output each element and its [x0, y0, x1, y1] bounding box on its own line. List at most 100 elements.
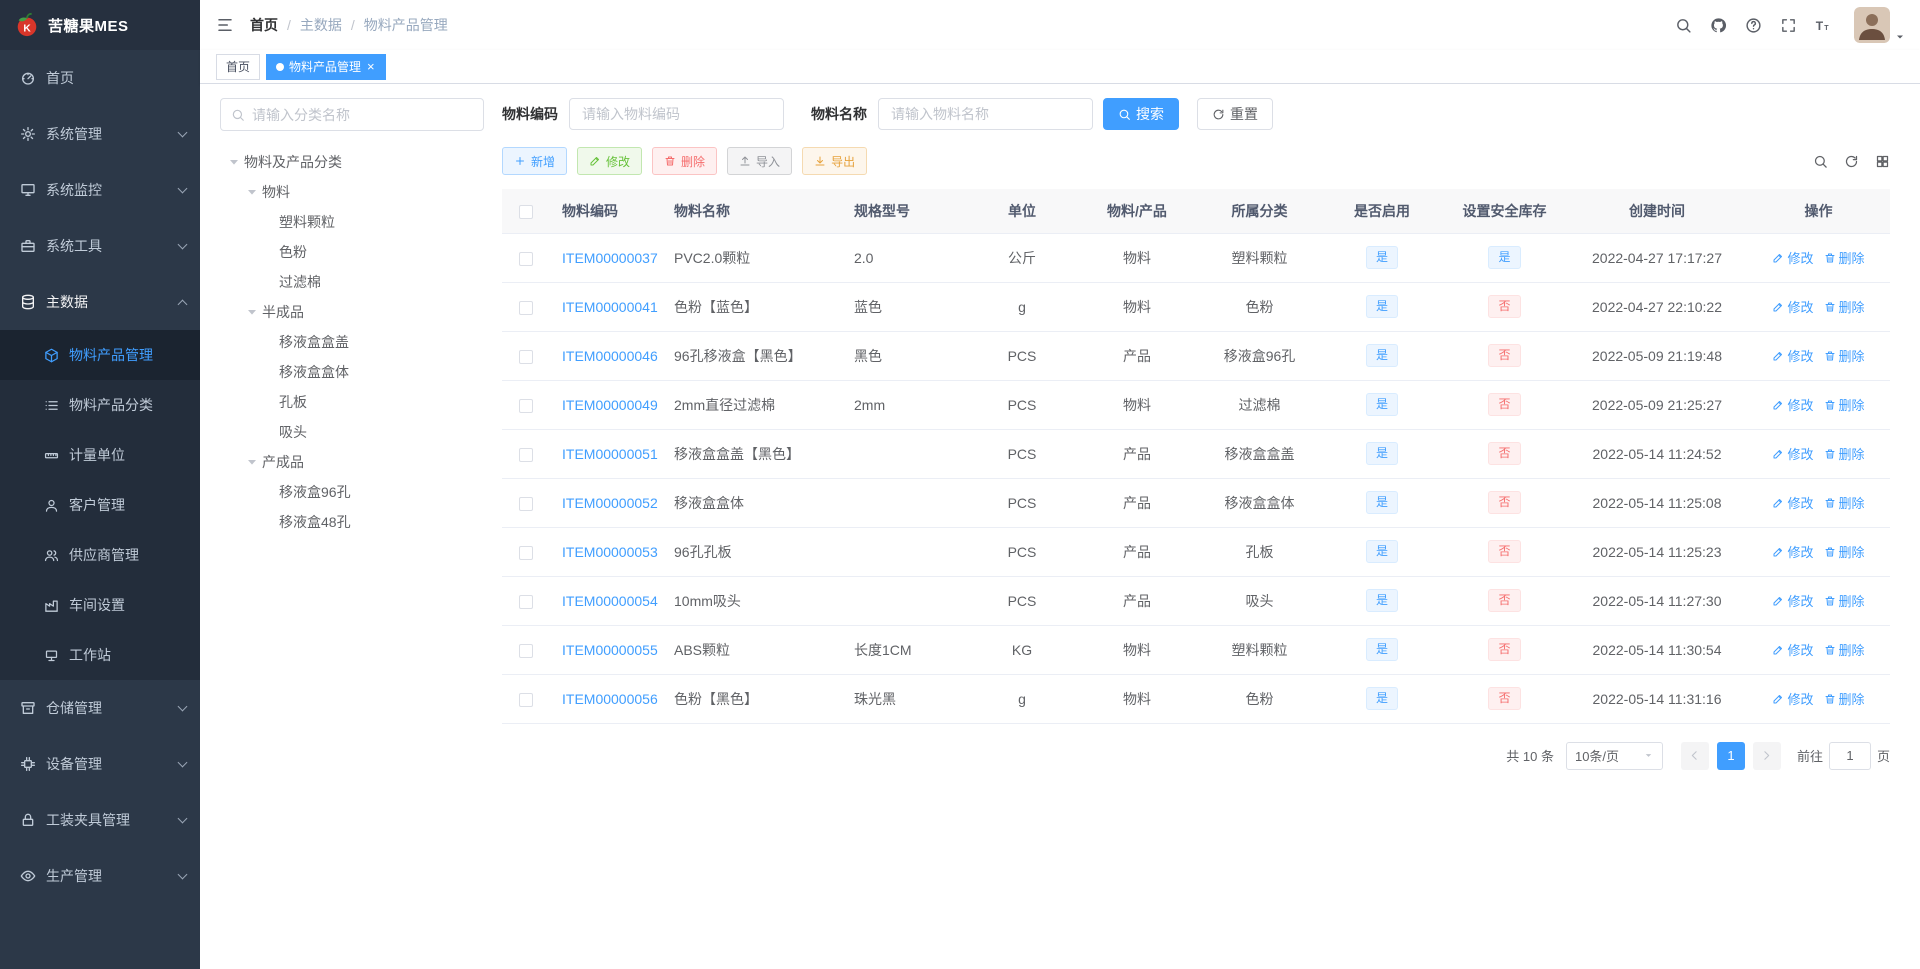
tree-node[interactable]: 过滤棉 [220, 267, 484, 297]
font-size-icon[interactable]: TT [1815, 17, 1832, 34]
row-delete-button[interactable]: 删除 [1824, 346, 1865, 365]
row-delete-button[interactable]: 删除 [1824, 444, 1865, 463]
row-checkbox[interactable] [519, 447, 533, 462]
row-checkbox[interactable] [519, 398, 533, 413]
row-checkbox[interactable] [519, 643, 533, 658]
sidebar-item-system-management[interactable]: 系统管理 [0, 106, 200, 162]
tree-node[interactable]: 移液盒盒盖 [220, 327, 484, 357]
tab-home[interactable]: 首页 [216, 53, 261, 80]
row-checkbox[interactable] [519, 251, 533, 266]
caret-down-icon[interactable] [244, 454, 260, 470]
breadcrumb-item[interactable]: 首页 [250, 15, 278, 35]
import-button[interactable]: 导入 [727, 147, 793, 175]
caret-down-icon[interactable] [244, 184, 260, 200]
row-edit-button[interactable]: 修改 [1772, 346, 1814, 365]
row-checkbox[interactable] [519, 496, 533, 511]
row-checkbox[interactable] [519, 300, 533, 315]
material-code-link[interactable]: ITEM00000054 [562, 593, 658, 609]
material-code-link[interactable]: ITEM00000037 [562, 250, 658, 266]
page-size-select[interactable]: 10条/页 [1565, 741, 1663, 770]
material-name-input[interactable] [878, 98, 1093, 130]
user-menu[interactable] [1854, 7, 1906, 43]
row-checkbox[interactable] [519, 545, 533, 560]
sidebar-item-warehouse-management[interactable]: 仓储管理 [0, 680, 200, 736]
row-delete-button[interactable]: 删除 [1824, 297, 1865, 316]
tree-node[interactable]: 移液盒96孔 [220, 477, 484, 507]
row-checkbox[interactable] [519, 692, 533, 707]
row-delete-button[interactable]: 删除 [1824, 542, 1865, 561]
material-code-link[interactable]: ITEM00000051 [562, 446, 658, 462]
material-code-link[interactable]: ITEM00000055 [562, 642, 658, 658]
tree-node[interactable]: 吸头 [220, 417, 484, 447]
sidebar-subitem-measure-unit[interactable]: 计量单位 [0, 430, 200, 480]
sidebar-item-production-management[interactable]: 生产管理 [0, 848, 200, 904]
row-checkbox[interactable] [519, 594, 533, 609]
row-delete-button[interactable]: 删除 [1824, 248, 1865, 267]
tree-node[interactable]: 移液盒盒体 [220, 357, 484, 387]
row-delete-button[interactable]: 删除 [1824, 395, 1865, 414]
material-code-link[interactable]: ITEM00000053 [562, 544, 658, 560]
caret-down-icon[interactable] [244, 304, 260, 320]
sidebar-item-home[interactable]: 首页 [0, 50, 200, 106]
row-edit-button[interactable]: 修改 [1772, 444, 1814, 463]
edit-button[interactable]: 修改 [577, 147, 643, 175]
sidebar-subitem-workshop-settings[interactable]: 车间设置 [0, 580, 200, 630]
material-code-link[interactable]: ITEM00000046 [562, 348, 658, 364]
material-code-input[interactable] [569, 98, 784, 130]
sidebar-subitem-material-product-management[interactable]: 物料产品管理 [0, 330, 200, 380]
tree-node[interactable]: 产成品 [220, 447, 484, 477]
prev-page-button[interactable] [1680, 741, 1709, 770]
row-edit-button[interactable]: 修改 [1772, 395, 1814, 414]
export-button[interactable]: 导出 [802, 147, 868, 175]
next-page-button[interactable] [1752, 741, 1781, 770]
goto-page-input[interactable] [1828, 741, 1871, 770]
sidebar-item-equipment-management[interactable]: 设备管理 [0, 736, 200, 792]
row-edit-button[interactable]: 修改 [1772, 591, 1814, 610]
add-button[interactable]: 新增 [502, 147, 568, 175]
row-edit-button[interactable]: 修改 [1772, 542, 1814, 561]
tree-node[interactable]: 移液盒48孔 [220, 507, 484, 537]
tree-node[interactable]: 物料 [220, 177, 484, 207]
tab-material-product-management[interactable]: 物料产品管理 × [266, 53, 386, 80]
sidebar-item-system-monitor[interactable]: 系统监控 [0, 162, 200, 218]
category-search-input[interactable] [252, 106, 473, 123]
row-delete-button[interactable]: 删除 [1824, 640, 1865, 659]
sidebar-subitem-material-product-category[interactable]: 物料产品分类 [0, 380, 200, 430]
sidebar-subitem-supplier-management[interactable]: 供应商管理 [0, 530, 200, 580]
row-delete-button[interactable]: 删除 [1824, 493, 1865, 512]
hamburger-icon[interactable] [216, 16, 234, 34]
close-icon[interactable]: × [366, 60, 376, 73]
material-code-link[interactable]: ITEM00000052 [562, 495, 658, 511]
grid-icon[interactable] [1875, 154, 1890, 169]
tree-node[interactable]: 塑料颗粒 [220, 207, 484, 237]
page-number-button[interactable]: 1 [1716, 741, 1745, 770]
row-delete-button[interactable]: 删除 [1824, 689, 1865, 708]
sidebar-item-fixture-management[interactable]: 工装夹具管理 [0, 792, 200, 848]
search-icon[interactable] [1675, 17, 1692, 34]
sidebar-item-master-data[interactable]: 主数据 [0, 274, 200, 330]
row-edit-button[interactable]: 修改 [1772, 689, 1814, 708]
caret-down-icon[interactable] [226, 154, 242, 170]
row-checkbox[interactable] [519, 349, 533, 364]
search-icon[interactable] [1813, 154, 1828, 169]
fullscreen-icon[interactable] [1780, 17, 1797, 34]
search-button[interactable]: 搜索 [1103, 98, 1179, 130]
tree-node[interactable]: 半成品 [220, 297, 484, 327]
refresh-icon[interactable] [1844, 154, 1859, 169]
sidebar-subitem-customer-management[interactable]: 客户管理 [0, 480, 200, 530]
row-delete-button[interactable]: 删除 [1824, 591, 1865, 610]
row-edit-button[interactable]: 修改 [1772, 297, 1814, 316]
reset-button[interactable]: 重置 [1197, 98, 1273, 130]
row-edit-button[interactable]: 修改 [1772, 493, 1814, 512]
delete-button[interactable]: 删除 [652, 147, 718, 175]
breadcrumb-item[interactable]: 主数据 [300, 15, 342, 35]
row-edit-button[interactable]: 修改 [1772, 640, 1814, 659]
sidebar-item-system-tools[interactable]: 系统工具 [0, 218, 200, 274]
logo[interactable]: K 苦糖果MES [0, 0, 200, 50]
material-code-link[interactable]: ITEM00000056 [562, 691, 658, 707]
question-icon[interactable] [1745, 17, 1762, 34]
material-code-link[interactable]: ITEM00000041 [562, 299, 658, 315]
row-edit-button[interactable]: 修改 [1772, 248, 1814, 267]
select-all-checkbox[interactable] [519, 204, 533, 219]
tree-node[interactable]: 孔板 [220, 387, 484, 417]
